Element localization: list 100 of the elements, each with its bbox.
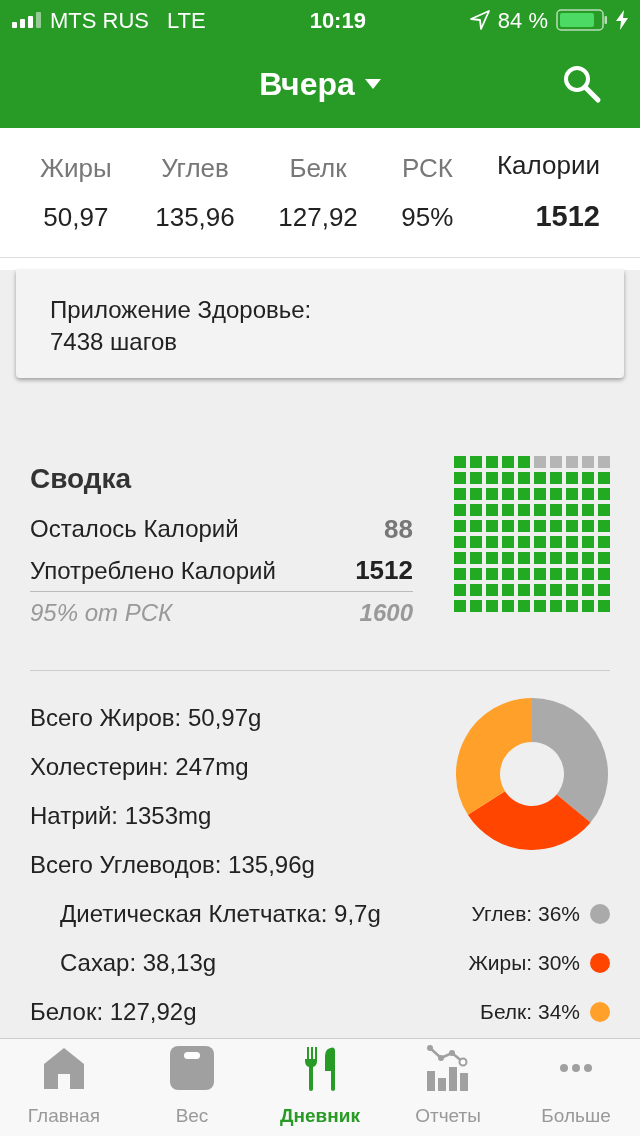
macro-label: Калории <box>496 149 600 183</box>
waffle-cell <box>534 456 546 468</box>
waffle-cell <box>534 520 546 532</box>
waffle-cell <box>582 536 594 548</box>
waffle-cell <box>486 504 498 516</box>
date-dropdown[interactable]: Вчера <box>259 60 381 108</box>
house-icon <box>42 1045 86 1090</box>
waffle-cell <box>566 536 578 548</box>
waffle-cell <box>566 568 578 580</box>
waffle-cell <box>486 536 498 548</box>
waffle-cell <box>550 472 562 484</box>
waffle-cell <box>486 472 498 484</box>
waffle-cell <box>502 568 514 580</box>
waffle-cell <box>518 488 530 500</box>
waffle-cell <box>454 568 466 580</box>
tab-bar-item[interactable]: Вес <box>128 1039 256 1136</box>
waffle-cell <box>454 488 466 500</box>
macro-label: Белк <box>289 151 347 185</box>
more-icon <box>560 1063 592 1072</box>
fork-knife-icon <box>304 1044 336 1091</box>
waffle-cell <box>470 536 482 548</box>
waffle-cell <box>598 472 610 484</box>
waffle-cell <box>470 456 482 468</box>
waffle-cell <box>534 600 546 612</box>
waffle-cell <box>502 472 514 484</box>
summary-label: 95% от РСК <box>30 598 173 628</box>
waffle-cell <box>582 584 594 596</box>
location-arrow-icon <box>469 10 490 30</box>
waffle-cell <box>582 552 594 564</box>
waffle-cell <box>518 520 530 532</box>
waffle-cell <box>502 504 514 516</box>
waffle-cell <box>454 472 466 484</box>
waffle-cell <box>454 520 466 532</box>
waffle-cell <box>470 488 482 500</box>
tab-bar-item[interactable]: Дневник <box>256 1039 384 1136</box>
tab-bar-item[interactable]: Больше <box>512 1039 640 1136</box>
waffle-cell <box>582 520 594 532</box>
waffle-cell <box>534 536 546 548</box>
summary-value: 1600 <box>359 598 413 628</box>
summary-label: Осталось Калорий <box>30 514 239 544</box>
scale-icon <box>170 1045 214 1090</box>
nutrient-text: Сахар: 38,13g <box>60 948 218 978</box>
waffle-cell <box>470 584 482 596</box>
waffle-cell <box>486 584 498 596</box>
waffle-cell <box>454 600 466 612</box>
waffle-cell <box>534 472 546 484</box>
health-steps-text: 7438 шагов <box>50 327 178 357</box>
legend-label: Жиры: 30% <box>468 949 580 976</box>
waffle-cell <box>470 568 482 580</box>
nutrient-text: Всего Углеводов: 135,96g <box>30 850 316 880</box>
health-steps-text: Приложение Здоровье: <box>50 295 313 325</box>
search-button[interactable] <box>562 64 602 104</box>
waffle-cell <box>598 536 610 548</box>
tab-bar-item[interactable]: Главная <box>0 1039 128 1136</box>
waffle-cell <box>518 456 530 468</box>
waffle-cell <box>518 568 530 580</box>
waffle-cell <box>454 536 466 548</box>
waffle-cell <box>486 552 498 564</box>
macro-value: 50,97 <box>43 200 109 234</box>
waffle-cell <box>550 552 562 564</box>
waffle-cell <box>534 488 546 500</box>
chart-icon <box>427 1044 469 1091</box>
waffle-cell <box>550 456 562 468</box>
waffle-cell <box>454 456 466 468</box>
carrier-name: MTS RUS <box>50 6 149 35</box>
macro-value: 95% <box>401 200 454 234</box>
waffle-cell <box>550 536 562 548</box>
caret-icon <box>364 79 381 89</box>
waffle-cell <box>550 584 562 596</box>
waffle-cell <box>582 504 594 516</box>
waffle-cell <box>582 456 594 468</box>
nutrient-text: Всего Жиров: 50,97g <box>30 703 263 733</box>
waffle-cell <box>598 600 610 612</box>
waffle-cell <box>598 584 610 596</box>
waffle-cell <box>534 504 546 516</box>
waffle-cell <box>454 504 466 516</box>
macro-label: Углев <box>161 151 229 185</box>
waffle-cell <box>550 568 562 580</box>
waffle-cell <box>470 600 482 612</box>
waffle-cell <box>566 488 578 500</box>
waffle-cell <box>502 552 514 564</box>
waffle-cell <box>470 552 482 564</box>
waffle-cell <box>454 584 466 596</box>
summary-value: 1512 <box>355 554 413 587</box>
search-icon <box>562 64 602 104</box>
waffle-cell <box>518 600 530 612</box>
macro-label: РСК <box>401 151 453 185</box>
waffle-cell <box>518 536 530 548</box>
tab-bar-item[interactable]: Отчеты <box>384 1039 512 1136</box>
charging-bolt-icon <box>616 10 628 30</box>
waffle-cell <box>486 568 498 580</box>
waffle-cell <box>502 456 514 468</box>
waffle-cell <box>598 456 610 468</box>
network-type: LTE <box>167 6 206 35</box>
waffle-cell <box>534 584 546 596</box>
waffle-cell <box>502 520 514 532</box>
signal-icon <box>12 12 44 28</box>
nutrient-text: Белок: 127,92g <box>30 997 198 1027</box>
waffle-cell <box>550 600 562 612</box>
macro-value: 135,96 <box>155 200 235 234</box>
